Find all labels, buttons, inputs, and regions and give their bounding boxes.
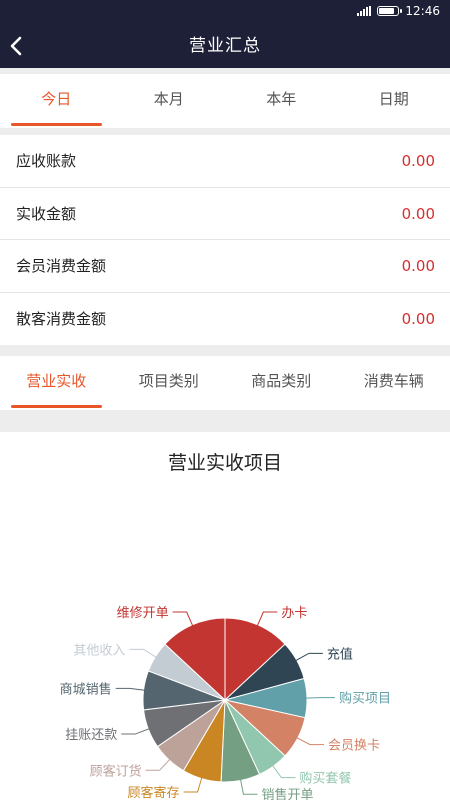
date-tabs: 今日 本月 本年 日期 xyxy=(0,74,450,128)
pie-leader-line xyxy=(172,611,194,627)
pie-leader-line xyxy=(294,652,323,662)
category-tabs: 营业实收 项目类别 商品类别 消费车辆 xyxy=(0,356,450,410)
summary-label: 会员消费金额 xyxy=(16,257,107,275)
pie-chart: 办卡充值购买项目会员换卡购买套餐销售开单 顾客寄存 顾客订货 挂账还款 商城销售 其他收入… xyxy=(60,606,391,800)
summary-list: 应收账款 0.00 实收金额 0.00 会员消费金额 0.00 散客消费金额 0… xyxy=(0,135,450,345)
chart-title: 营业实收项目 xyxy=(167,452,282,474)
pie-leader-line xyxy=(145,758,171,771)
pie-label: 购买套餐 xyxy=(299,771,351,787)
pie-label: 商城销售 xyxy=(60,681,112,697)
summary-value: 0.00 xyxy=(401,204,435,223)
pie-leader-line xyxy=(121,727,151,735)
summary-value: 0.00 xyxy=(401,257,435,275)
summary-row-member-spend: 会员消费金额 0.00 xyxy=(0,240,450,293)
pie-label: 维修开单 xyxy=(117,606,169,621)
tab-item-category[interactable]: 项目类别 xyxy=(113,356,226,410)
pie-leader-line xyxy=(129,648,158,659)
chart-card: 办卡充值购买项目会员换卡购买套餐 销售开单 顾客寄存 顾客订货 挂账还款 商城销售 其他收入… xyxy=(0,432,450,800)
tab-today[interactable]: 今日 xyxy=(0,74,113,128)
tab-product-category[interactable]: 商品类别 xyxy=(225,356,338,410)
tab-this-month[interactable]: 本月 xyxy=(113,74,226,128)
pie-leader-line xyxy=(271,764,296,779)
title-bar: 营业汇总 xyxy=(0,24,450,68)
summary-label: 实收金额 xyxy=(16,204,77,223)
pie-label: 购买项目 xyxy=(339,691,391,707)
status-bar: 12:46 xyxy=(0,0,450,24)
pie-label: 销售开单 xyxy=(261,787,313,800)
summary-row-receivable: 应收账款 0.00 xyxy=(0,135,450,188)
tab-this-year[interactable]: 本年 xyxy=(225,74,338,128)
tab-business-revenue[interactable]: 营业实收 xyxy=(0,356,113,410)
pie-label: 其他收入 xyxy=(73,643,125,658)
pie-leader-line xyxy=(295,736,325,746)
pie-label: 顾客订货 xyxy=(90,763,142,779)
summary-value: 0.00 xyxy=(401,309,435,328)
page-title: 营业汇总 xyxy=(189,36,261,56)
pie-label: 挂账还款 xyxy=(65,728,117,743)
signal-icon xyxy=(357,6,372,16)
pie-label: 顾客寄存 xyxy=(128,785,180,800)
battery-icon xyxy=(377,6,403,16)
pie-leader-line xyxy=(115,687,146,691)
pie-label: 充值 xyxy=(327,646,353,662)
pie-label: 会员换卡 xyxy=(328,739,380,754)
pie-label: 办卡 xyxy=(281,606,307,621)
tab-date[interactable]: 日期 xyxy=(338,74,450,128)
summary-value: 0.00 xyxy=(401,152,435,170)
tab-vehicles[interactable]: 消费车辆 xyxy=(338,356,450,410)
summary-row-guest-spend: 散客消费金额 0.00 xyxy=(0,293,450,346)
status-time: 12:46 xyxy=(405,4,440,18)
summary-label: 应收账款 xyxy=(16,152,77,170)
pie-leader-line xyxy=(256,611,278,627)
pie-leader-line xyxy=(183,776,203,793)
pie-leader-line xyxy=(239,778,258,795)
summary-row-received: 实收金额 0.00 xyxy=(0,188,450,240)
summary-label: 散客消费金额 xyxy=(16,309,107,328)
